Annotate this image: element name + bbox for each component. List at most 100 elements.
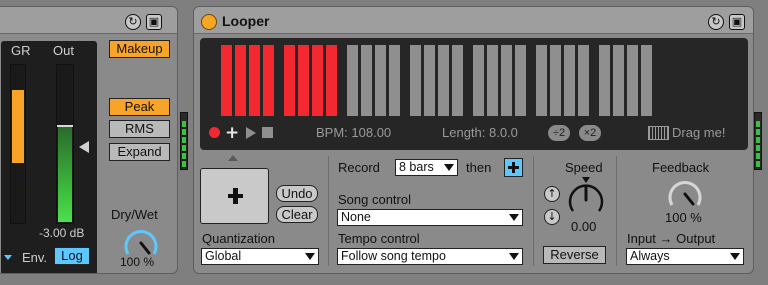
loop-display[interactable]: + BPM: 108.00 Length: 8.0.0 ÷2 ×2 Drag m… xyxy=(200,38,748,150)
feedback-knob[interactable] xyxy=(664,175,706,211)
out-label: Out xyxy=(53,43,74,58)
loop-bar xyxy=(627,45,638,116)
quantization-select[interactable]: Global xyxy=(201,248,319,265)
hot-swap-icon[interactable]: ↻ xyxy=(125,14,141,30)
after-record-action-button[interactable] xyxy=(504,158,523,177)
quantization-label: Quantization xyxy=(202,231,275,246)
drag-me-label[interactable]: Drag me! xyxy=(672,125,725,140)
device-title: Looper xyxy=(222,13,270,29)
out-value: -3.00 dB xyxy=(39,226,85,240)
compressor-device: ↻ ▣ GR Out -3.00 dB Makeup Peak RMS Expa… xyxy=(0,6,178,274)
chevron-down-icon xyxy=(509,214,519,221)
loop-bar xyxy=(501,45,512,116)
loop-bar xyxy=(641,45,652,116)
loop-bar xyxy=(473,45,484,116)
gr-meter-fill xyxy=(12,90,24,163)
loop-bar xyxy=(578,45,589,116)
speed-knob[interactable] xyxy=(564,176,608,218)
loop-bar xyxy=(347,45,358,116)
loop-bar xyxy=(326,45,337,116)
loop-bar xyxy=(424,45,435,116)
loop-bar xyxy=(564,45,575,116)
reverse-button[interactable]: Reverse xyxy=(543,246,606,264)
loop-bar xyxy=(361,45,372,116)
loop-bar xyxy=(284,45,295,116)
record-label: Record xyxy=(338,160,380,175)
rms-button[interactable]: RMS xyxy=(109,120,170,138)
divider xyxy=(533,156,534,266)
drywet-label: Dry/Wet xyxy=(111,207,158,222)
out-peak-line xyxy=(57,125,73,127)
plus-icon-vertical xyxy=(233,188,238,204)
peak-button[interactable]: Peak xyxy=(109,98,170,116)
expand-arrow-icon[interactable] xyxy=(228,155,238,161)
clear-button[interactable]: Clear xyxy=(276,206,318,223)
save-preset-icon[interactable]: ▣ xyxy=(146,14,162,30)
feedback-label: Feedback xyxy=(652,160,710,175)
quantization-value: Global xyxy=(205,249,242,263)
loop-bar xyxy=(550,45,561,116)
input-output-label: Input → Output xyxy=(627,231,716,246)
env-label: Env. xyxy=(22,250,48,265)
overdub-icon[interactable]: + xyxy=(225,123,239,143)
save-preset-icon[interactable]: ▣ xyxy=(729,14,745,30)
multi-purpose-button[interactable] xyxy=(200,168,269,224)
chevron-down-icon xyxy=(444,164,454,171)
out-meter-fill-right xyxy=(65,127,72,222)
waveform-drag-icon[interactable] xyxy=(648,126,669,140)
play-icon[interactable] xyxy=(246,127,256,139)
song-control-select[interactable]: None xyxy=(337,209,523,226)
half-length-button[interactable]: ÷2 xyxy=(548,125,570,141)
loop-bar xyxy=(515,45,526,116)
env-dropdown-arrow-icon[interactable] xyxy=(4,255,12,260)
feedback-value: 100 % xyxy=(665,210,702,225)
chevron-down-icon xyxy=(509,253,519,260)
expand-button[interactable]: Expand xyxy=(109,143,170,161)
loop-bar xyxy=(389,45,400,116)
undo-button[interactable]: Undo xyxy=(276,185,318,202)
device-power-icon[interactable] xyxy=(201,14,217,30)
length-readout: Length: 8.0.0 xyxy=(442,125,518,140)
speed-down-button[interactable]: ↓ xyxy=(544,209,560,225)
chevron-down-icon xyxy=(305,253,315,260)
tempo-control-select[interactable]: Follow song tempo xyxy=(337,248,523,265)
loop-bar xyxy=(235,45,246,116)
record-length-value: 8 bars xyxy=(399,160,434,174)
loop-bar xyxy=(487,45,498,116)
record-length-select[interactable]: 8 bars xyxy=(395,159,458,176)
loop-bar xyxy=(438,45,449,116)
loop-bar xyxy=(375,45,386,116)
chevron-down-icon xyxy=(730,253,740,260)
record-icon[interactable] xyxy=(209,127,220,138)
divider xyxy=(328,156,329,266)
out-meter xyxy=(56,64,74,224)
speed-up-button[interactable]: ↑ xyxy=(544,186,560,202)
loop-bar xyxy=(599,45,610,116)
gr-meter xyxy=(10,64,26,224)
speed-label: Speed xyxy=(565,160,603,175)
loop-bar xyxy=(263,45,274,116)
out-meter-fill-left xyxy=(58,127,65,222)
song-control-label: Song control xyxy=(338,192,411,207)
looper-titlebar xyxy=(194,7,753,34)
loop-bar xyxy=(249,45,260,116)
bpm-readout: BPM: 108.00 xyxy=(316,125,392,140)
loop-bar xyxy=(452,45,463,116)
loop-bar xyxy=(298,45,309,116)
device-meter-left xyxy=(180,112,188,170)
makeup-button[interactable]: Makeup xyxy=(109,40,170,58)
loop-bar xyxy=(312,45,323,116)
log-button[interactable]: Log xyxy=(54,247,90,265)
tempo-control-label: Tempo control xyxy=(338,231,420,246)
input-output-select[interactable]: Always xyxy=(626,248,744,265)
device-meter-right-fill xyxy=(756,121,760,168)
stop-icon[interactable] xyxy=(262,127,273,138)
loop-bar xyxy=(613,45,624,116)
input-output-value: Always xyxy=(630,249,670,263)
loop-bar xyxy=(536,45,547,116)
hot-swap-icon[interactable]: ↻ xyxy=(708,14,724,30)
out-threshold-arrow[interactable] xyxy=(79,141,89,153)
speed-value: 0.00 xyxy=(571,219,597,234)
loop-bar xyxy=(410,45,421,116)
double-length-button[interactable]: ×2 xyxy=(579,125,601,141)
